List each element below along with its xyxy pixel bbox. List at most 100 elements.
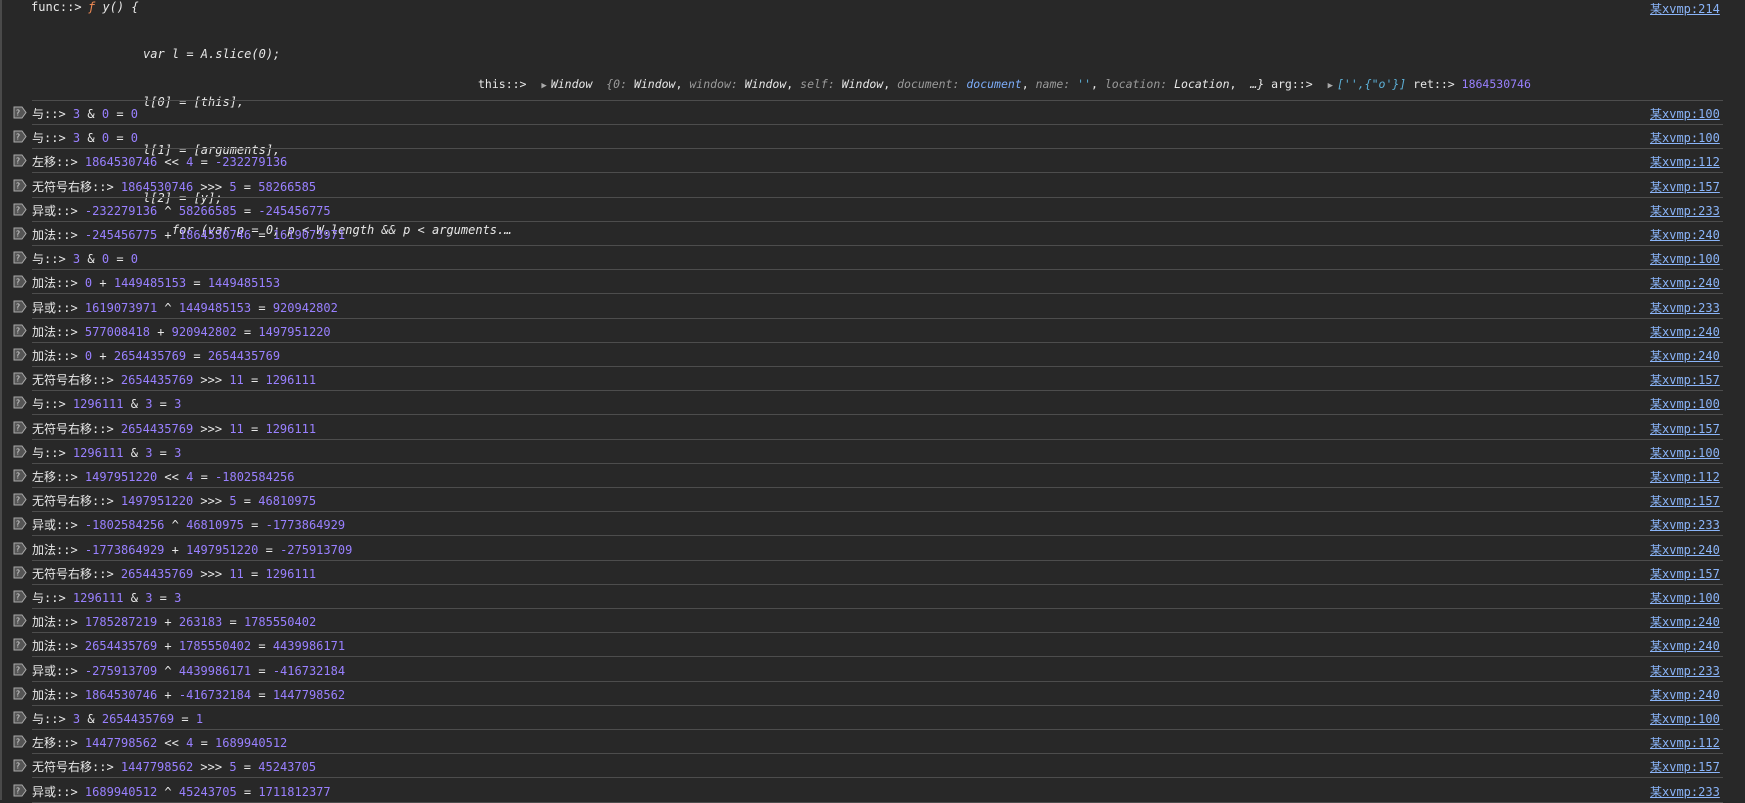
operand-b: 4 bbox=[186, 470, 194, 484]
expand-triangle-icon[interactable]: ▶ bbox=[1328, 81, 1333, 91]
log-info-icon[interactable]: ? bbox=[13, 275, 27, 288]
source-link[interactable]: 某xvmp:240 bbox=[1650, 347, 1720, 364]
operand-a: 1296111 bbox=[72, 397, 124, 412]
log-message: 异或::> -275913709 ^ 4439986171 = -4167321… bbox=[32, 662, 345, 679]
log-info-icon[interactable]: ? bbox=[13, 711, 27, 724]
log-message: 无符号右移::> 2654435769 >>> 11 = 1296111 bbox=[32, 371, 316, 388]
source-link[interactable]: 某xvmp:100 bbox=[1650, 395, 1720, 412]
source-link[interactable]: 某xvmp:112 bbox=[1650, 153, 1720, 170]
source-link[interactable]: 某xvmp:157 bbox=[1650, 758, 1720, 775]
log-info-icon[interactable]: ? bbox=[13, 445, 27, 458]
log-info-icon[interactable]: ? bbox=[13, 348, 27, 361]
source-link[interactable]: 某xvmp:233 bbox=[1650, 202, 1720, 219]
window-object[interactable]: Window bbox=[551, 77, 593, 91]
preview-open: {0: bbox=[606, 77, 634, 91]
operand-a: 2654435769 bbox=[120, 373, 194, 388]
log-info-icon[interactable]: ? bbox=[13, 784, 27, 797]
log-info-icon[interactable]: ? bbox=[13, 469, 27, 482]
operand-a: 1864530746 bbox=[84, 687, 158, 702]
source-link[interactable]: 某xvmp:240 bbox=[1650, 541, 1720, 558]
op-label: 加法::> bbox=[32, 639, 78, 654]
log-info-icon[interactable]: ? bbox=[13, 663, 27, 676]
operand-b: 1449485153 bbox=[113, 276, 187, 291]
source-link[interactable]: 某xvmp:233 bbox=[1650, 783, 1720, 800]
log-message: 与::> 1296111 & 3 = 3 bbox=[32, 395, 181, 412]
source-link[interactable]: 某xvmp:214 bbox=[1650, 0, 1720, 17]
log-info-icon[interactable]: ? bbox=[13, 542, 27, 555]
log-message: 加法::> 0 + 1449485153 = 1449485153 bbox=[32, 274, 280, 291]
log-info-icon[interactable]: ? bbox=[13, 251, 27, 264]
operand-a: 1785287219 bbox=[84, 615, 158, 630]
operand-b: 11 bbox=[229, 421, 244, 436]
log-info-icon[interactable]: ? bbox=[13, 687, 27, 700]
log-message: 与::> 3 & 2654435769 = 1 bbox=[32, 710, 203, 727]
log-info-icon[interactable]: ? bbox=[13, 590, 27, 603]
operand-b: -416732184 bbox=[178, 687, 252, 702]
source-link[interactable]: 某xvmp:240 bbox=[1650, 613, 1720, 630]
operand-a: -1802584256 bbox=[84, 518, 165, 533]
log-info-icon[interactable]: ? bbox=[13, 203, 27, 216]
source-link[interactable]: 某xvmp:100 bbox=[1650, 105, 1720, 122]
source-link[interactable]: 某xvmp:157 bbox=[1650, 371, 1720, 388]
log-row: ? 与::> 3 & 0 = 0 某xvmp:100 bbox=[0, 125, 1725, 149]
log-message: 与::> 1296111 & 3 = 3 bbox=[32, 589, 181, 606]
equals-sign: = bbox=[181, 712, 189, 726]
log-info-icon[interactable]: ? bbox=[13, 372, 27, 385]
log-row: ? 与::> 1296111 & 3 = 3 某xvmp:100 bbox=[0, 585, 1725, 609]
log-info-icon[interactable]: ? bbox=[13, 396, 27, 409]
operand-a: 1296111 bbox=[72, 591, 124, 605]
log-row: ? 无符号右移::> 1497951220 >>> 5 = 46810975 某xv… bbox=[0, 488, 1725, 512]
svg-text:?: ? bbox=[16, 568, 20, 577]
equals-sign: = bbox=[116, 252, 124, 267]
result: 1449485153 bbox=[207, 276, 281, 291]
log-info-icon[interactable]: ? bbox=[13, 421, 27, 434]
source-link[interactable]: 某xvmp:157 bbox=[1650, 565, 1720, 582]
source-link[interactable]: 某xvmp:233 bbox=[1650, 662, 1720, 679]
source-link[interactable]: 某xvmp:240 bbox=[1650, 686, 1720, 703]
log-info-icon[interactable]: ? bbox=[13, 130, 27, 143]
log-info-icon[interactable]: ? bbox=[13, 735, 27, 748]
source-link[interactable]: 某xvmp:100 bbox=[1650, 250, 1720, 267]
expand-triangle-icon[interactable]: ▶ bbox=[541, 81, 546, 91]
log-info-icon[interactable]: ? bbox=[13, 106, 27, 119]
log-info-icon[interactable]: ? bbox=[13, 517, 27, 530]
log-info-icon[interactable]: ? bbox=[13, 324, 27, 337]
operand-b: 3 bbox=[145, 445, 153, 460]
source-link[interactable]: 某xvmp:100 bbox=[1650, 444, 1720, 461]
source-link[interactable]: 某xvmp:240 bbox=[1650, 637, 1720, 654]
source-link[interactable]: 某xvmp:240 bbox=[1650, 323, 1720, 340]
log-message: 无符号右移::> 2654435769 >>> 11 = 1296111 bbox=[32, 565, 316, 582]
source-link[interactable]: 某xvmp:100 bbox=[1650, 589, 1720, 606]
result: 0 bbox=[130, 252, 139, 267]
log-info-icon[interactable]: ? bbox=[13, 566, 27, 579]
operator: & bbox=[87, 712, 95, 726]
source-link[interactable]: 某xvmp:240 bbox=[1650, 226, 1720, 243]
operand-a: 0 bbox=[84, 349, 93, 363]
arg-value[interactable]: ['',{"o'}] bbox=[1337, 77, 1406, 91]
log-info-icon[interactable]: ? bbox=[13, 638, 27, 651]
operator: ^ bbox=[164, 663, 172, 678]
operand-a: 1864530746 bbox=[84, 155, 158, 170]
log-info-icon[interactable]: ? bbox=[13, 179, 27, 192]
log-message: 左移::> 1497951220 << 4 = -1802584256 bbox=[32, 468, 295, 485]
log-info-icon[interactable]: ? bbox=[13, 759, 27, 772]
log-info-icon[interactable]: ? bbox=[13, 614, 27, 627]
source-link[interactable]: 某xvmp:112 bbox=[1650, 734, 1720, 751]
source-link[interactable]: 某xvmp:112 bbox=[1650, 468, 1720, 485]
source-link[interactable]: 某xvmp:100 bbox=[1650, 710, 1720, 727]
source-link[interactable]: 某xvmp:233 bbox=[1650, 516, 1720, 533]
source-link[interactable]: 某xvmp:233 bbox=[1650, 299, 1720, 316]
op-label: 加法::> bbox=[32, 615, 78, 630]
log-info-icon[interactable]: ? bbox=[13, 300, 27, 313]
log-info-icon[interactable]: ? bbox=[13, 154, 27, 167]
operand-a: 577008418 bbox=[84, 324, 150, 339]
operand-a: -275913709 bbox=[84, 663, 158, 678]
source-link[interactable]: 某xvmp:157 bbox=[1650, 178, 1720, 195]
source-link[interactable]: 某xvmp:157 bbox=[1650, 420, 1720, 437]
source-link[interactable]: 某xvmp:240 bbox=[1650, 274, 1720, 291]
op-label: 加法::> bbox=[32, 542, 78, 557]
log-info-icon[interactable]: ? bbox=[13, 493, 27, 506]
source-link[interactable]: 某xvmp:100 bbox=[1650, 129, 1720, 146]
log-info-icon[interactable]: ? bbox=[13, 227, 27, 240]
source-link[interactable]: 某xvmp:157 bbox=[1650, 492, 1720, 509]
